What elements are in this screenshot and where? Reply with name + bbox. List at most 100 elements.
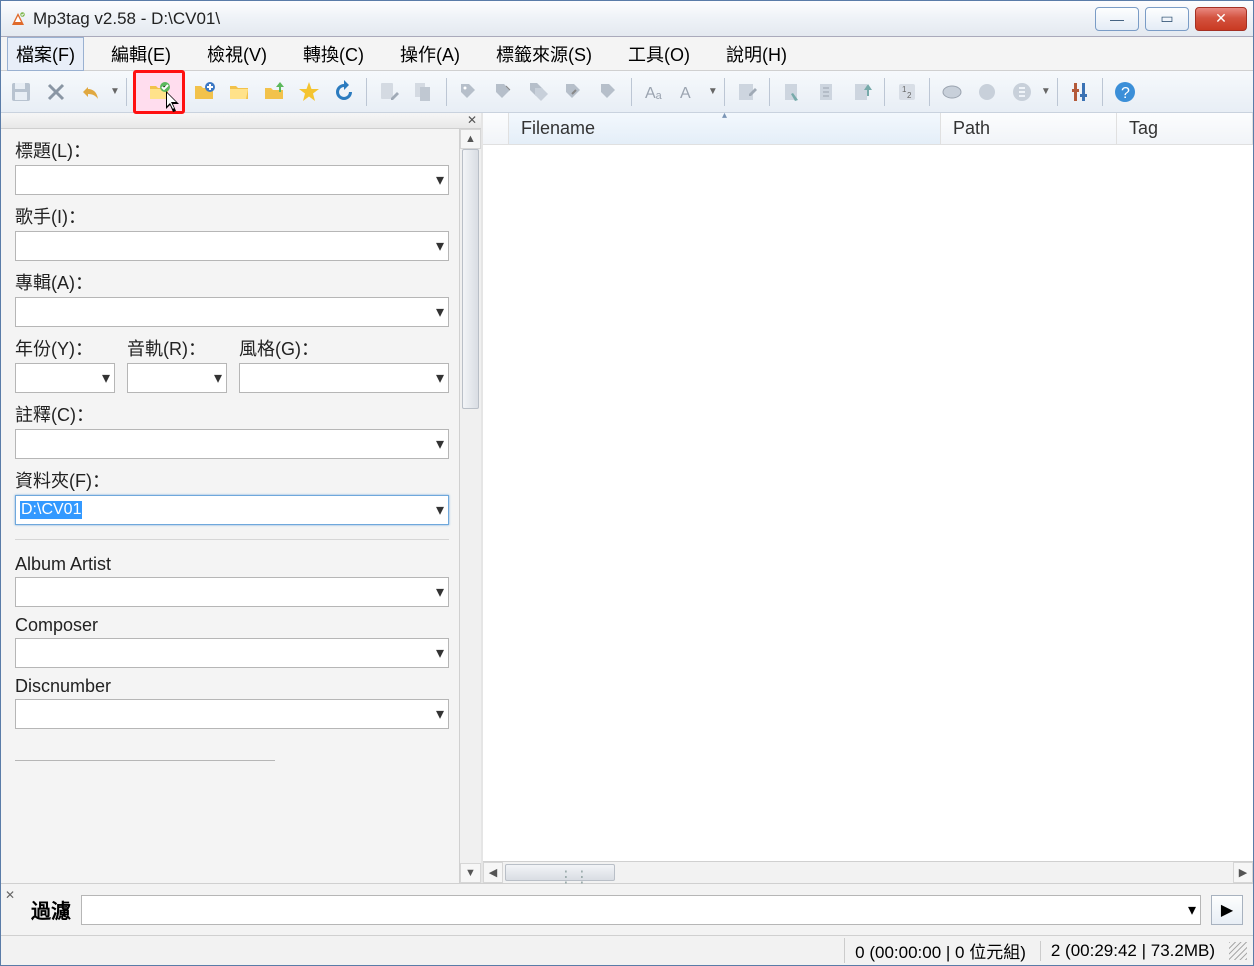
favorite-icon[interactable] xyxy=(293,76,325,108)
dropdown-icon[interactable]: ▾ xyxy=(102,368,110,388)
dropdown-icon[interactable]: ▾ xyxy=(436,302,444,322)
partial-field xyxy=(15,755,275,761)
genre-input[interactable]: ▾ xyxy=(239,363,449,393)
edit-tag-icon[interactable] xyxy=(731,76,763,108)
open-folder-icon[interactable] xyxy=(133,70,185,114)
dropdown-icon[interactable]: ▾ xyxy=(436,170,444,190)
file-copy-icon[interactable] xyxy=(408,76,440,108)
discnumber-input[interactable]: ▾ xyxy=(15,699,449,729)
menu-file[interactable]: 檔案(F) xyxy=(7,37,84,71)
file-rename-icon[interactable] xyxy=(373,76,405,108)
case-conv2-icon[interactable]: A xyxy=(673,76,705,108)
filter-input[interactable]: ▾ xyxy=(81,895,1201,925)
panel-scrollbar[interactable]: ▲ ▼ xyxy=(459,129,481,883)
folder-icon[interactable] xyxy=(223,76,255,108)
discnumber-label: Discnumber xyxy=(15,676,449,697)
svg-text:2: 2 xyxy=(907,91,912,100)
web-source2-icon[interactable] xyxy=(971,76,1003,108)
window-controls: — ▭ ✕ xyxy=(1095,7,1247,31)
dropdown-icon[interactable]: ▾ xyxy=(214,368,222,388)
dropdown-icon[interactable]: ▾ xyxy=(1188,900,1196,920)
undo-icon[interactable] xyxy=(75,76,107,108)
case-dropdown-icon[interactable]: ▼ xyxy=(708,86,718,97)
folder-up-icon[interactable] xyxy=(258,76,290,108)
save-icon[interactable] xyxy=(5,76,37,108)
web-source1-icon[interactable] xyxy=(936,76,968,108)
close-button[interactable]: ✕ xyxy=(1195,7,1247,31)
quick1-icon[interactable] xyxy=(776,76,808,108)
quick3-icon[interactable] xyxy=(846,76,878,108)
col-path-label: Path xyxy=(953,118,990,139)
dropdown-icon[interactable]: ▾ xyxy=(436,434,444,454)
help-icon[interactable]: ? xyxy=(1109,76,1141,108)
scroll-thumb[interactable] xyxy=(462,149,479,409)
delete-icon[interactable] xyxy=(40,76,72,108)
dropdown-icon[interactable]: ▾ xyxy=(436,236,444,256)
add-folder-icon[interactable] xyxy=(188,76,220,108)
track-input[interactable]: ▾ xyxy=(127,363,227,393)
dropdown-icon[interactable]: ▾ xyxy=(436,643,444,663)
tag-to-filename-icon[interactable] xyxy=(453,76,485,108)
title-input[interactable]: ▾ xyxy=(15,165,449,195)
maximize-button[interactable]: ▭ xyxy=(1145,7,1189,31)
col-gutter[interactable] xyxy=(483,113,509,144)
tag-op-icon[interactable] xyxy=(593,76,625,108)
filter-close-icon[interactable]: ✕ xyxy=(5,888,21,902)
toolbar: ▼ Aₐ A ▼ 12 ▼ ? xyxy=(1,71,1253,113)
filter-bar: ✕ 過濾 ▾ ▶ xyxy=(1,883,1253,935)
dropdown-icon[interactable]: ▾ xyxy=(436,368,444,388)
hscroll-thumb[interactable]: ⋮⋮ xyxy=(505,864,615,881)
undo-dropdown-icon[interactable]: ▼ xyxy=(110,86,120,97)
artist-input[interactable]: ▾ xyxy=(15,231,449,261)
scroll-right-icon[interactable]: ▶ xyxy=(1233,862,1253,883)
col-filename-label: Filename xyxy=(521,118,595,139)
refresh-icon[interactable] xyxy=(328,76,360,108)
scroll-up-icon[interactable]: ▲ xyxy=(460,129,481,149)
web-source3-icon[interactable] xyxy=(1006,76,1038,108)
tag-tag-icon[interactable] xyxy=(523,76,555,108)
filename-to-tag-icon[interactable] xyxy=(488,76,520,108)
menu-view[interactable]: 檢視(V) xyxy=(198,37,276,71)
menu-convert[interactable]: 轉換(C) xyxy=(294,37,373,71)
dropdown-icon[interactable]: ▾ xyxy=(436,704,444,724)
dropdown-icon[interactable]: ▾ xyxy=(436,500,444,520)
menu-help[interactable]: 說明(H) xyxy=(717,37,796,71)
status-bar: 0 (00:00:00 | 0 位元組) 2 (00:29:42 | 73.2M… xyxy=(1,935,1253,965)
col-tag[interactable]: Tag xyxy=(1117,113,1253,144)
composer-label: Composer xyxy=(15,615,449,636)
composer-input[interactable]: ▾ xyxy=(15,638,449,668)
quick2-icon[interactable] xyxy=(811,76,843,108)
comment-input[interactable]: ▾ xyxy=(15,429,449,459)
album-input[interactable]: ▾ xyxy=(15,297,449,327)
status-total: 2 (00:29:42 | 73.2MB) xyxy=(1040,941,1225,961)
resize-grip-icon[interactable] xyxy=(1229,942,1247,960)
col-filename[interactable]: ▴ Filename xyxy=(509,113,941,144)
tag-swap-icon[interactable] xyxy=(558,76,590,108)
minimize-button[interactable]: — xyxy=(1095,7,1139,31)
filter-go-button[interactable]: ▶ xyxy=(1211,895,1243,925)
year-input[interactable]: ▾ xyxy=(15,363,115,393)
case-conv-icon[interactable]: Aₐ xyxy=(638,76,670,108)
menu-tagsource[interactable]: 標籤來源(S) xyxy=(487,37,601,71)
dropdown-icon[interactable]: ▾ xyxy=(436,582,444,602)
hscrollbar[interactable]: ◀ ⋮⋮ ▶ xyxy=(483,861,1253,883)
menu-tools[interactable]: 工具(O) xyxy=(619,37,699,71)
sort-indicator-icon: ▴ xyxy=(722,110,727,121)
settings-icon[interactable] xyxy=(1064,76,1096,108)
main-area: ✕ 標題(L)： ▾ 歌手(I)： ▾ 專輯(A)： ▾ 年份(Y)： xyxy=(1,113,1253,883)
web-dropdown-icon[interactable]: ▼ xyxy=(1041,86,1051,97)
scroll-down-icon[interactable]: ▼ xyxy=(460,863,481,883)
folder-input[interactable]: D:\CV01 ▾ xyxy=(15,495,449,525)
panel-close-icon[interactable]: ✕ xyxy=(467,113,477,128)
genre-label: 風格(G)： xyxy=(239,335,449,361)
folder-label: 資料夾(F)： xyxy=(15,467,449,493)
status-selection: 0 (00:00:00 | 0 位元組) xyxy=(844,938,1036,963)
albumartist-input[interactable]: ▾ xyxy=(15,577,449,607)
file-list-body[interactable] xyxy=(483,145,1253,861)
menu-edit[interactable]: 編輯(E) xyxy=(102,37,180,71)
col-path[interactable]: Path xyxy=(941,113,1117,144)
tag-panel: ✕ 標題(L)： ▾ 歌手(I)： ▾ 專輯(A)： ▾ 年份(Y)： xyxy=(1,113,483,883)
scroll-left-icon[interactable]: ◀ xyxy=(483,862,503,883)
auto-number-icon[interactable]: 12 xyxy=(891,76,923,108)
menu-action[interactable]: 操作(A) xyxy=(391,37,469,71)
